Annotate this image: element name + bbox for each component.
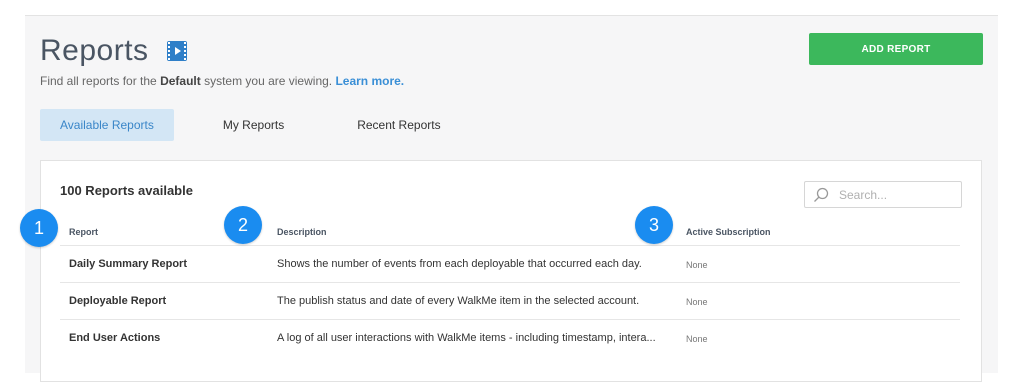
report-subscription: None — [686, 334, 708, 344]
table-row[interactable]: Daily Summary Report Shows the number of… — [60, 245, 960, 283]
report-subscription: None — [686, 297, 708, 307]
table-row[interactable]: End User Actions A log of all user inter… — [60, 319, 960, 357]
tab-available-reports[interactable]: Available Reports — [40, 109, 174, 141]
search-input[interactable]: Search... — [804, 181, 962, 208]
video-icon[interactable] — [166, 41, 187, 61]
page-subtitle: Find all reports for the Default system … — [40, 74, 404, 88]
system-name: Default — [160, 74, 201, 88]
reports-page: Reports Find all reports for the Default… — [25, 15, 998, 382]
column-header-description[interactable]: Description — [277, 227, 327, 237]
learn-more-link[interactable]: Learn more. — [335, 74, 404, 88]
tab-recent-reports[interactable]: Recent Reports — [357, 109, 440, 141]
report-tabs: Available Reports My Reports Recent Repo… — [40, 109, 441, 141]
report-subscription: None — [686, 260, 708, 270]
column-header-report[interactable]: Report — [69, 227, 98, 237]
reports-card: 100 Reports available Search... Report D… — [40, 160, 982, 382]
report-name[interactable]: Deployable Report — [69, 295, 166, 307]
page-title: Reports — [40, 34, 149, 67]
report-description: The publish status and date of every Wal… — [277, 295, 640, 307]
annotation-badge-2: 2 — [224, 206, 262, 244]
report-name[interactable]: Daily Summary Report — [69, 258, 187, 270]
table-header: Report Description Active Subscription — [41, 223, 981, 245]
search-icon — [814, 187, 829, 202]
report-name[interactable]: End User Actions — [69, 332, 160, 344]
tab-my-reports[interactable]: My Reports — [223, 109, 284, 141]
table-row[interactable]: Deployable Report The publish status and… — [60, 282, 960, 320]
report-description: A log of all user interactions with Walk… — [277, 332, 656, 344]
add-report-button[interactable]: ADD REPORT — [809, 33, 983, 65]
annotation-badge-1: 1 — [20, 209, 58, 247]
subtitle-middle: system you are viewing. — [200, 74, 336, 88]
search-placeholder: Search... — [839, 187, 888, 202]
title-row: Reports — [40, 34, 187, 68]
annotation-badge-3: 3 — [635, 206, 673, 244]
reports-count: 100 Reports available — [60, 183, 193, 198]
column-header-subscription[interactable]: Active Subscription — [686, 227, 771, 237]
subtitle-prefix: Find all reports for the — [40, 74, 161, 88]
report-description: Shows the number of events from each dep… — [277, 258, 642, 270]
